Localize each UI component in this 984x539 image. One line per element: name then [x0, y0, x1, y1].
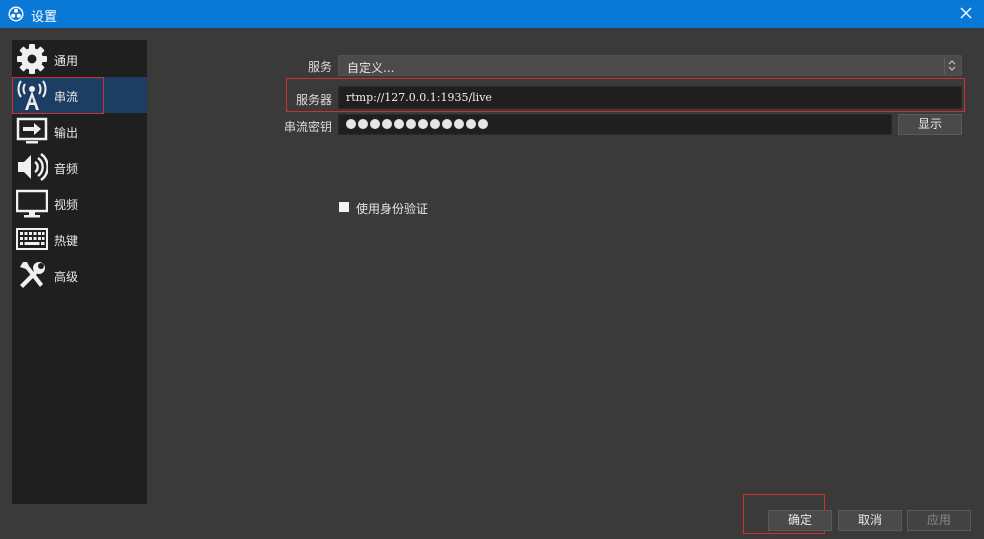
stream-key-label: 串流密钥: [283, 120, 332, 134]
title-bar: 设置: [0, 0, 984, 28]
settings-sidebar: 通用 串流 输出 音频 视频 热键 高级: [12, 40, 147, 504]
sidebar-item-label: 串流: [54, 90, 79, 104]
mask-dot: [394, 119, 404, 129]
obs-logo-icon: [8, 6, 24, 22]
mask-dot: [418, 119, 428, 129]
mask-dot: [358, 119, 368, 129]
service-value: 自定义...: [347, 61, 395, 75]
sidebar-item-hotkeys[interactable]: 热键: [12, 221, 147, 257]
show-key-button[interactable]: 显示: [898, 114, 962, 135]
updown-arrow-icon: [944, 57, 956, 74]
mask-dot: [454, 119, 464, 129]
gear-icon: [17, 44, 47, 74]
mask-dot: [430, 119, 440, 129]
tools-icon: [20, 262, 45, 288]
sidebar-item-video[interactable]: 视频: [12, 185, 147, 221]
mask-dot: [346, 119, 356, 129]
output-icon: [16, 117, 48, 144]
sidebar-item-label: 音频: [54, 162, 79, 176]
sidebar-item-label: 通用: [54, 54, 79, 68]
mask-dot: [382, 119, 392, 129]
sidebar-item-label: 高级: [54, 270, 79, 284]
server-label: 服务器: [295, 93, 332, 107]
mask-dot: [406, 119, 416, 129]
keyboard-icon: [16, 228, 48, 250]
sidebar-item-stream[interactable]: 串流: [12, 77, 147, 113]
mask-dot: [466, 119, 476, 129]
mask-dot: [478, 119, 488, 129]
sidebar-item-advanced[interactable]: 高级: [12, 257, 147, 293]
apply-button[interactable]: 应用: [907, 510, 971, 531]
server-input[interactable]: [338, 86, 962, 109]
sidebar-item-output[interactable]: 输出: [12, 113, 147, 149]
use-auth-checkbox[interactable]: [339, 202, 349, 212]
mask-dot: [370, 119, 380, 129]
window-title: 设置: [31, 10, 58, 25]
monitor-icon: [16, 189, 48, 218]
sidebar-item-label: 热键: [54, 234, 79, 248]
sidebar-item-label: 输出: [54, 126, 79, 140]
broadcast-tower-icon: [17, 80, 47, 110]
service-label: 服务: [307, 60, 332, 74]
cancel-button[interactable]: 取消: [838, 510, 902, 531]
ok-button[interactable]: 确定: [768, 510, 832, 531]
sidebar-item-general[interactable]: 通用: [12, 41, 147, 77]
mask-dot: [442, 119, 452, 129]
sidebar-item-label: 视频: [54, 198, 79, 212]
use-auth-label: 使用身份验证: [356, 202, 429, 216]
sidebar-item-audio[interactable]: 音频: [12, 149, 147, 185]
service-select[interactable]: 自定义...: [338, 55, 962, 76]
stream-key-mask: [346, 119, 488, 129]
close-icon[interactable]: [958, 5, 974, 21]
speaker-icon: [18, 153, 48, 181]
